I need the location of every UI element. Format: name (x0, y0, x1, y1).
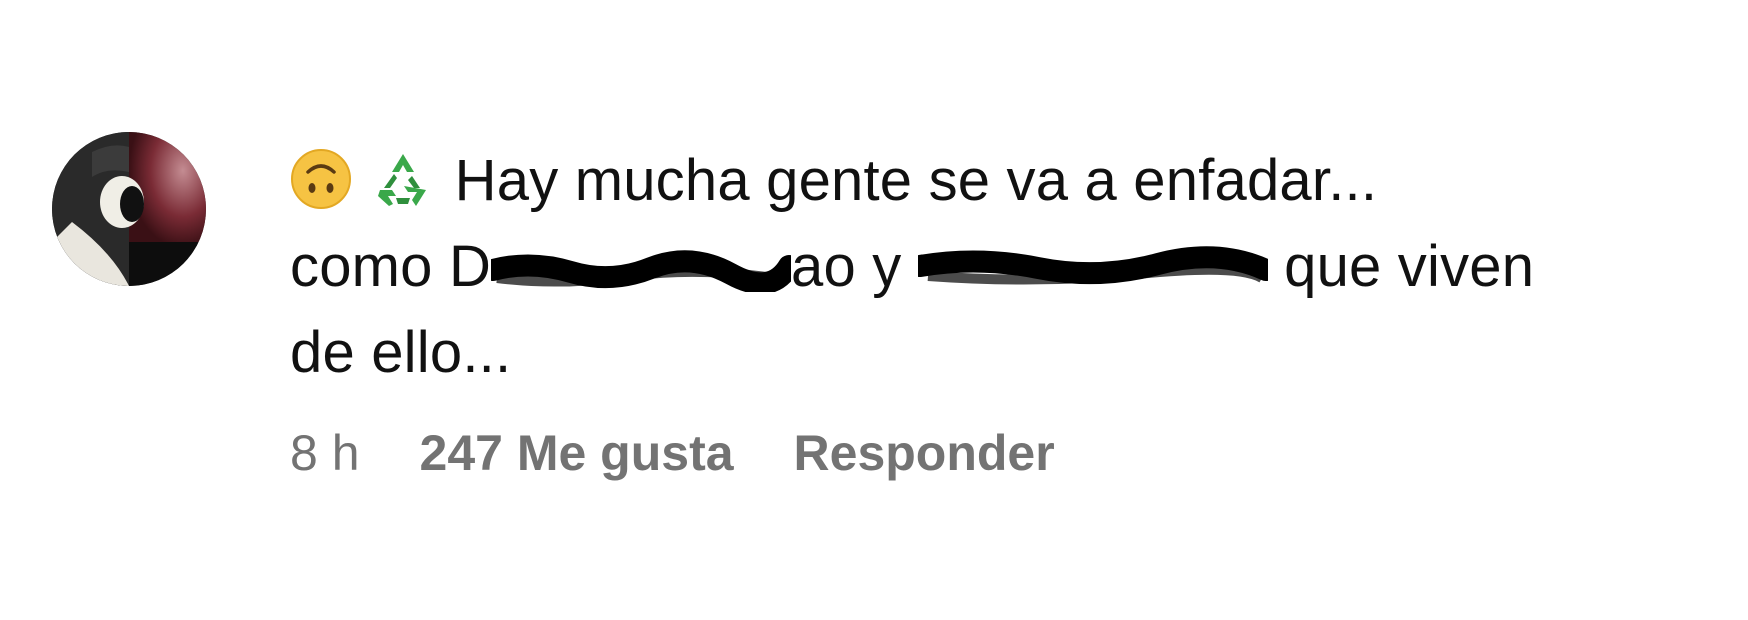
comment-line-1: Hay mucha gente se va a enfadar... (290, 138, 1710, 224)
redaction-mark-2 (917, 242, 1268, 292)
comment-text: Hay mucha gente se va a enfadar... como … (290, 138, 1710, 396)
comment-line-2: como D ao y que viven (290, 224, 1710, 310)
comment-line-3: de ello... (290, 320, 512, 385)
reply-button[interactable]: Responder (794, 424, 1055, 482)
user-avatar-icon (52, 132, 206, 286)
redaction-mark-1 (491, 242, 792, 292)
comment-line-2-part-1: como D (290, 234, 492, 299)
comment-line-2-part-3: que viven (1284, 234, 1535, 299)
likes-count-button[interactable]: 247 Me gusta (420, 424, 734, 482)
comment-timestamp: 8 h (290, 425, 360, 481)
upside-down-face-icon (290, 148, 352, 210)
comment-line-2-part-2: ao y (791, 234, 902, 299)
comment-meta: 8 h 247 Me gusta Responder (290, 424, 1710, 482)
avatar[interactable] (52, 132, 206, 286)
comment: Hay mucha gente se va a enfadar... como … (0, 0, 1748, 620)
recycle-icon (372, 148, 434, 210)
comment-body: Hay mucha gente se va a enfadar... como … (290, 138, 1710, 482)
comment-line-1-text: Hay mucha gente se va a enfadar... (454, 148, 1378, 213)
